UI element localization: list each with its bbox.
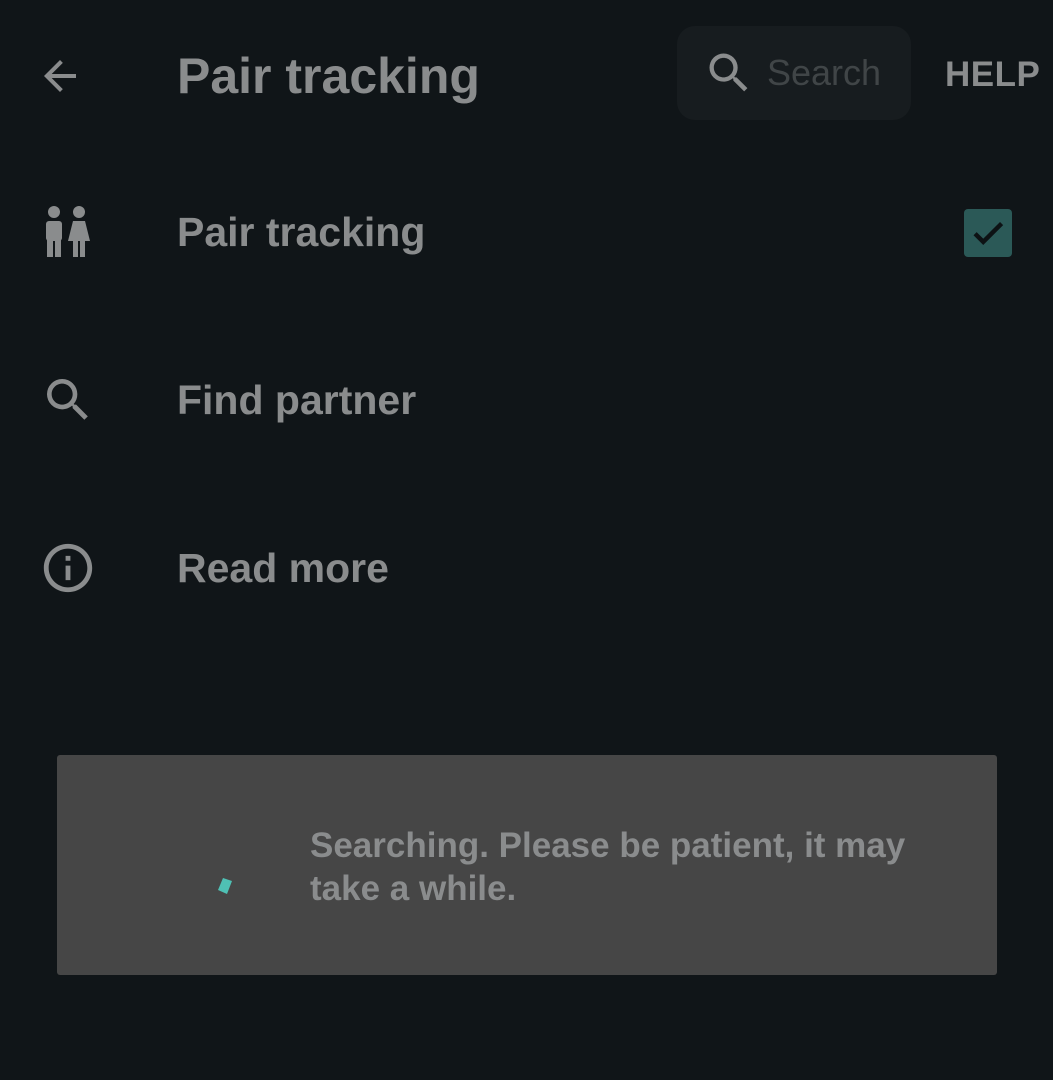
info-icon [38, 538, 98, 598]
dialog-message: Searching. Please be patient, it may tak… [310, 826, 906, 908]
pair-tracking-label: Pair tracking [177, 209, 426, 255]
read-more-row[interactable]: Read more [0, 508, 1053, 628]
couple-icon [38, 202, 98, 262]
find-partner-row[interactable]: Find partner [0, 340, 1053, 460]
page-title: Pair tracking [177, 48, 480, 104]
read-more-label: Read more [177, 545, 389, 591]
search-icon [709, 53, 748, 92]
pair-tracking-screen: Pair tracking HELP Pair tracking [0, 0, 1053, 1080]
spinner-icon [218, 878, 232, 894]
search-icon [38, 370, 98, 430]
search-input[interactable] [767, 52, 887, 94]
find-partner-label: Find partner [177, 377, 417, 423]
arrow-back-icon [44, 60, 76, 92]
help-button[interactable]: HELP [945, 50, 1040, 100]
pair-tracking-row[interactable]: Pair tracking [0, 172, 1053, 292]
checkmark-icon [973, 221, 1004, 245]
pair-tracking-checkbox[interactable] [964, 209, 1012, 257]
back-button[interactable] [28, 44, 92, 108]
search-box[interactable] [677, 26, 911, 120]
